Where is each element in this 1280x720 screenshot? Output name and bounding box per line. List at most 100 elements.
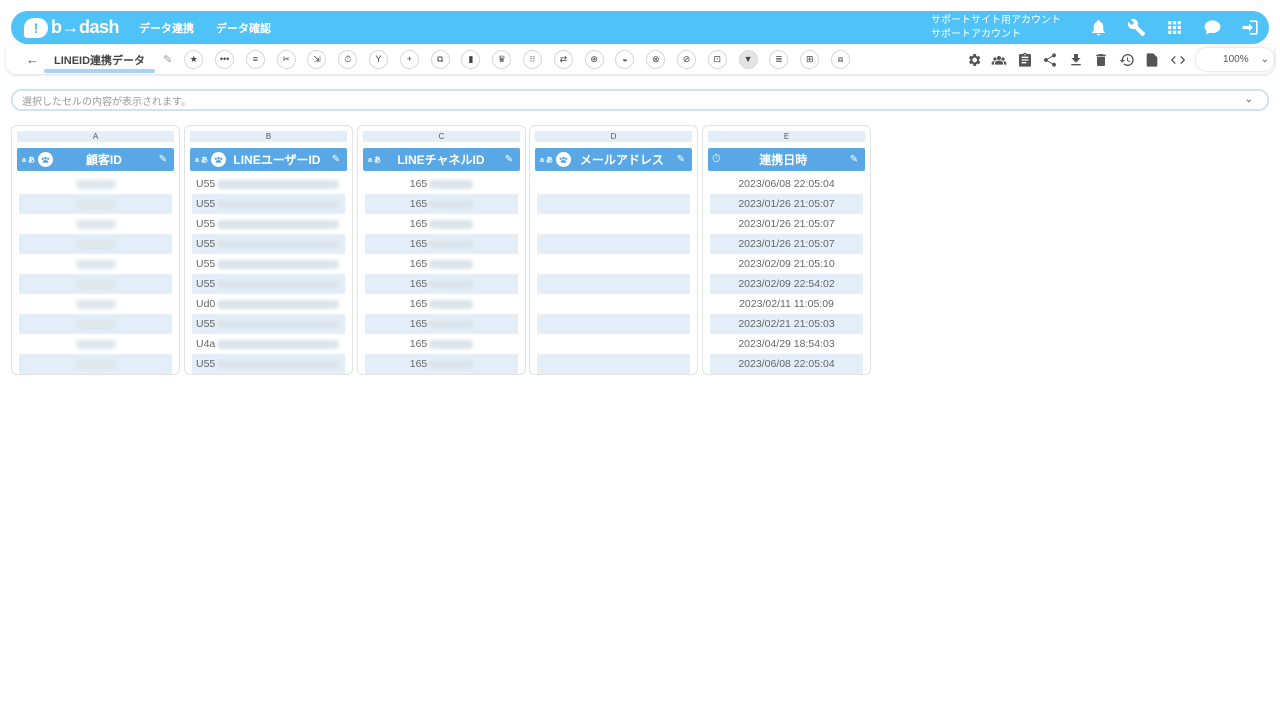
reload-doc-icon[interactable] — [1140, 52, 1166, 68]
edit-title-icon[interactable]: ✎ — [163, 53, 172, 66]
sheet-title[interactable]: LINEID連携データ — [43, 52, 156, 73]
table-cell[interactable]: 2023/01/26 21:05:07 — [710, 194, 863, 214]
users-icon[interactable] — [987, 52, 1013, 68]
zoom-select[interactable]: 100% ⌄ — [1196, 48, 1274, 71]
cancel-circle-icon[interactable]: ⊗ — [646, 50, 666, 69]
nav-data-check[interactable]: データ確認 — [216, 20, 271, 36]
scatter-icon[interactable]: ⁝⁝ — [523, 50, 543, 69]
table-cell[interactable] — [537, 174, 690, 194]
table-cell[interactable] — [19, 314, 172, 334]
table-cell[interactable] — [537, 294, 690, 314]
table-cell[interactable]: U55 — [192, 194, 345, 214]
table-cell[interactable]: 2023/01/26 21:05:07 — [710, 214, 863, 234]
column-letter[interactable]: D — [535, 131, 692, 142]
table-cell[interactable]: U55 — [192, 214, 345, 234]
table-cell[interactable] — [19, 234, 172, 254]
table-cell[interactable]: 2023/04/29 18:54:03 — [710, 334, 863, 354]
code-icon[interactable] — [1165, 52, 1191, 68]
table-cell[interactable]: 2023/02/21 21:05:03 — [710, 314, 863, 334]
chevron-down-icon[interactable]: ⌄ — [1245, 94, 1253, 105]
column-header[interactable]: a あ LINEチャネルID ✎ — [363, 148, 520, 171]
table-cell[interactable] — [537, 214, 690, 234]
edit-column-icon[interactable]: ✎ — [328, 154, 344, 165]
copy-icon[interactable]: ⧉ — [430, 50, 450, 69]
table-cell[interactable]: 165 — [365, 334, 518, 354]
merge-icon[interactable]: Y — [369, 50, 389, 69]
column-letter[interactable]: A — [17, 131, 174, 142]
edit-column-icon[interactable]: ✎ — [501, 154, 517, 165]
history-icon[interactable] — [1114, 52, 1140, 68]
column-letter[interactable]: C — [363, 131, 520, 142]
table-cell[interactable]: 165 — [365, 214, 518, 234]
wrench-icon[interactable] — [1117, 11, 1155, 44]
favorite-icon[interactable]: ★ — [184, 50, 204, 69]
expand-icon[interactable]: ⇲ — [307, 50, 327, 69]
table-cell[interactable]: 165 — [365, 234, 518, 254]
cell-content-bar[interactable]: 選択したセルの内容が表示されます。 ⌄ — [11, 89, 1269, 111]
table-cell[interactable] — [19, 214, 172, 234]
table-cell[interactable] — [537, 194, 690, 214]
add-icon[interactable]: + — [399, 50, 419, 69]
table-cell[interactable] — [537, 354, 690, 374]
column-header[interactable]: ⏱ 連携日時 ✎ — [708, 148, 865, 171]
edit-column-icon[interactable]: ✎ — [673, 154, 689, 165]
table-cell[interactable]: 2023/06/08 22:05:04 — [710, 174, 863, 194]
table-cell[interactable] — [19, 194, 172, 214]
column-header[interactable]: a あ 顧客ID ✎ — [17, 148, 174, 171]
list-icon[interactable]: ≡ — [245, 50, 265, 69]
table-cell[interactable]: 2023/02/11 11:05:09 — [710, 294, 863, 314]
table-cell[interactable]: 2023/02/09 22:54:02 — [710, 274, 863, 294]
table-cell[interactable] — [537, 254, 690, 274]
table-cell[interactable] — [19, 334, 172, 354]
table-cell[interactable]: 165 — [365, 314, 518, 334]
sort-icon[interactable]: ≣ — [769, 50, 789, 69]
table-cell[interactable] — [19, 354, 172, 374]
table-cell[interactable] — [19, 254, 172, 274]
logout-icon[interactable] — [1231, 11, 1269, 44]
tools-icon[interactable]: ✂ — [276, 50, 296, 69]
table-cell[interactable]: U55 — [192, 174, 345, 194]
more-icon[interactable]: ••• — [215, 50, 235, 69]
table-cell[interactable] — [537, 334, 690, 354]
table-cell[interactable] — [19, 294, 172, 314]
refresh-icon[interactable]: ⊘ — [677, 50, 697, 69]
table-cell[interactable]: 2023/02/09 21:05:10 — [710, 254, 863, 274]
apps-grid-icon[interactable] — [1155, 11, 1193, 44]
back-arrow-icon[interactable]: ← — [26, 52, 42, 67]
column-header[interactable]: a あ メールアドレス ✎ — [535, 148, 692, 171]
column-letter[interactable]: B — [190, 131, 347, 142]
pot-icon[interactable]: ◒ — [615, 50, 635, 69]
delete-column-icon[interactable]: ▮ — [461, 50, 481, 69]
table-cell[interactable]: U4a — [192, 334, 345, 354]
table-cell[interactable]: 165 — [365, 274, 518, 294]
table-cell[interactable]: U55 — [192, 274, 345, 294]
split-icon[interactable]: ⧈ — [831, 50, 851, 69]
nav-data-integration[interactable]: データ連携 — [139, 20, 194, 36]
table-cell[interactable]: 165 — [365, 354, 518, 374]
table-cell[interactable] — [537, 314, 690, 334]
bdash-logo[interactable]: ! b→dash — [24, 17, 124, 38]
table-cell[interactable]: U55 — [192, 354, 345, 374]
table-cell[interactable]: 165 — [365, 294, 518, 314]
gear-icon[interactable] — [961, 52, 987, 68]
chat-icon[interactable] — [1193, 11, 1231, 44]
table-cell[interactable] — [19, 274, 172, 294]
share-icon[interactable] — [1038, 52, 1064, 68]
trash-icon[interactable] — [1089, 52, 1115, 68]
table-icon[interactable]: ⊞ — [800, 50, 820, 69]
filter-icon[interactable]: ▼ — [738, 50, 758, 69]
table-cell[interactable]: U55 — [192, 234, 345, 254]
frame-icon[interactable]: ⊡ — [707, 50, 727, 69]
edit-column-icon[interactable]: ✎ — [846, 154, 862, 165]
bell-icon[interactable] — [1079, 11, 1117, 44]
swap-icon[interactable]: ⇄ — [553, 50, 573, 69]
table-cell[interactable]: 2023/01/26 21:05:07 — [710, 234, 863, 254]
crown-icon[interactable]: ♛ — [492, 50, 512, 69]
table-cell[interactable]: U55 — [192, 254, 345, 274]
table-cell[interactable]: 165 — [365, 174, 518, 194]
table-cell[interactable] — [537, 234, 690, 254]
edit-column-icon[interactable]: ✎ — [155, 154, 171, 165]
table-cell[interactable]: 2023/06/08 22:05:04 — [710, 354, 863, 374]
timer-icon[interactable]: ⏱ — [338, 50, 358, 69]
lock-icon[interactable]: ⊕ — [584, 50, 604, 69]
